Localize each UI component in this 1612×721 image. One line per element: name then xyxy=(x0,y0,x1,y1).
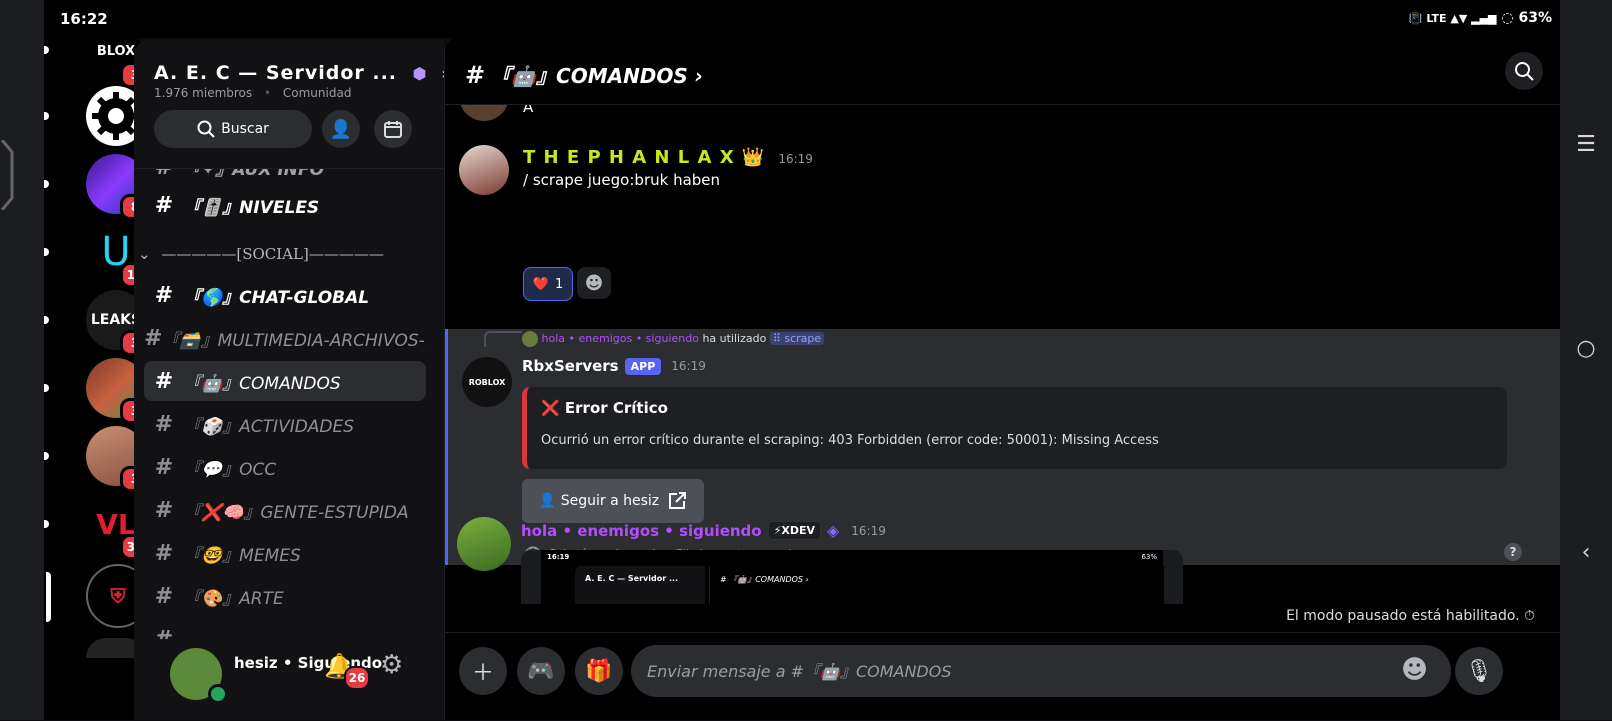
embed-title: ❌ Error Crítico xyxy=(541,399,668,417)
message-list: A T H E P H A N L A X 👑 16:19 / scrape j… xyxy=(445,105,1561,632)
search-icon xyxy=(1515,62,1534,81)
channel-partial[interactable]: # xyxy=(144,619,426,640)
message-text: / scrape juego:bruk haben xyxy=(523,171,721,189)
online-status-dot xyxy=(208,684,228,704)
avatar[interactable] xyxy=(457,517,511,571)
search-button[interactable]: Buscar xyxy=(154,110,312,148)
settings-button[interactable]: ⚙ xyxy=(380,650,403,680)
activities-button[interactable]: 🎮 xyxy=(517,647,565,695)
add-reaction-button[interactable]: ☻ xyxy=(577,267,611,299)
back-nav-button[interactable]: ‹ xyxy=(1560,540,1612,565)
battery-level: 63% xyxy=(1518,10,1552,26)
app-tag: APP xyxy=(624,357,662,375)
channel-actividades[interactable]: # 『🎲』ACTIVIDADES xyxy=(144,404,426,444)
channel-multimedia[interactable]: # 『🗃️』MULTIMEDIA-ARCHIVOS-... xyxy=(144,318,426,358)
emoji-button[interactable]: ☻ xyxy=(1401,655,1428,685)
signal-icons: 📳 LTE ▲▼ ▂▄▆ xyxy=(1408,12,1497,25)
app-avatar[interactable]: ROBLOX xyxy=(462,357,512,407)
channel-niveles[interactable]: # 『🎚️』NIVELES xyxy=(144,185,426,225)
recents-nav-button[interactable]: ☰ xyxy=(1560,132,1612,157)
smiley-icon: ☻ xyxy=(584,272,604,294)
status-right: 📳 LTE ▲▼ ▂▄▆ ◌ 63% xyxy=(1409,10,1552,26)
status-time: 16:22 xyxy=(60,10,108,28)
avatar[interactable] xyxy=(459,105,509,121)
user-panel: hesiz • Siguiendo 🔔 26 ⚙ xyxy=(134,640,444,720)
back-chevron-icon: ‹ xyxy=(1581,540,1591,565)
author-name[interactable]: hola • enemigos • siguiendo xyxy=(521,522,762,540)
calendar-icon xyxy=(384,121,402,138)
chat-main: # 『🤖』COMANDOS › A T H E P H A N L A X 👑 1… xyxy=(444,38,1561,720)
message-text: A xyxy=(523,105,534,116)
notifications-badge: 26 xyxy=(344,666,370,690)
smiley-icon: ☻ xyxy=(1401,655,1429,685)
gift-button[interactable]: 🎁 xyxy=(575,647,623,695)
voice-message-button[interactable]: 🎙 xyxy=(1455,647,1503,695)
channel-arte[interactable]: # 『🎨』ARTE xyxy=(144,576,426,616)
timestamp: 16:19 xyxy=(851,523,886,538)
server-rail: BLOX 3 8 U 17 LEAKS 3 3 3 VL 37 ⛨ xyxy=(44,34,150,720)
system-nav-bar: ☰ ○ ‹ xyxy=(1560,0,1612,720)
server-meta: 1.976 miembros • Comunidad xyxy=(154,86,352,100)
message-header: RbxServers APP 16:19 xyxy=(522,357,706,375)
channel-gente-estupida[interactable]: # 『❌🧠』GENTE-ESTUPIDA xyxy=(144,490,426,530)
composer: ＋ 🎮 🎁 ☻ 🎙 xyxy=(445,632,1561,721)
plus-icon: ＋ xyxy=(471,661,494,686)
avatar[interactable] xyxy=(459,145,509,195)
channel-sidebar: A. E. C — Servidor ... ⬢ › 1.976 miembro… xyxy=(134,40,448,640)
gift-icon: 🎁 xyxy=(585,658,613,684)
channel-list: # 『✦』AUX INFO # 『🎚️』NIVELES ⌄ —————[SOCI… xyxy=(134,169,444,639)
command-chip[interactable]: ⠿ scrape xyxy=(769,332,825,345)
home-nav-button[interactable]: ○ xyxy=(1560,336,1612,361)
image-attachment[interactable]: 16:19 63% A. E. C — Servidor ... # 『🤖』CO… xyxy=(521,550,1183,604)
channel-comandos[interactable]: # 『🤖』COMANDOS xyxy=(144,361,426,401)
channel-occ[interactable]: # 『💬』OCC xyxy=(144,447,426,487)
hash-icon: # xyxy=(465,61,486,89)
command-reply: hola • enemigos • siguiendo ha utilizado… xyxy=(522,331,825,347)
error-embed: ❌ Error Crítico Ocurrió un error crítico… xyxy=(522,387,1507,469)
message-header: T H E P H A N L A X 👑 16:19 xyxy=(523,147,813,168)
channel-memes[interactable]: # 『🤓』MEMES xyxy=(144,533,426,573)
paused-notice: El modo pausado está habilitado. ⏱ xyxy=(1286,608,1535,624)
channel-chat-global[interactable]: # 『🌎』CHAT-GLOBAL xyxy=(144,275,426,315)
emblem-icon: ⛨ xyxy=(110,584,126,608)
help-icon[interactable]: ? xyxy=(1504,543,1522,561)
clan-tag: ⚡XDEV xyxy=(767,521,821,540)
add-attachment-button[interactable]: ＋ xyxy=(459,647,507,695)
author-name[interactable]: RbxServers xyxy=(522,357,619,375)
gamepad-icon: 🎮 xyxy=(527,658,555,684)
circle-icon: ○ xyxy=(1576,336,1596,361)
server-name[interactable]: A. E. C — Servidor ... ⬢ › xyxy=(154,62,449,84)
screenshot-preview: 16:19 63% A. E. C — Servidor ... # 『🤖』CO… xyxy=(541,550,1164,604)
author-name[interactable]: T H E P H A N L A X 👑 xyxy=(523,147,765,168)
message-input[interactable] xyxy=(631,645,1451,697)
microphone-icon: 🎙 xyxy=(1465,658,1493,684)
menu-icon: ☰ xyxy=(1576,132,1596,157)
external-link-icon xyxy=(669,492,687,509)
side-handle-icon xyxy=(0,140,14,210)
timestamp: 16:19 xyxy=(778,152,813,166)
message-header: hola • enemigos • siguiendo ⚡XDEV ◈ 16:1… xyxy=(521,521,886,540)
chevron-down-icon: ⌄ xyxy=(138,245,151,263)
booster-icon: ◈ xyxy=(826,521,840,540)
category-social[interactable]: ⌄ —————[SOCIAL]————— xyxy=(138,245,384,263)
search-icon xyxy=(197,120,215,138)
add-user-icon: 👤 xyxy=(329,118,353,140)
reply-connector xyxy=(484,331,522,347)
header-search-button[interactable] xyxy=(1505,52,1543,90)
community-icon: ⬢ xyxy=(412,64,428,83)
chat-header: # 『🤖』COMANDOS › xyxy=(445,38,1561,105)
embed-description: Ocurrió un error crítico durante el scra… xyxy=(541,433,1159,448)
battery-icon: ◌ xyxy=(1501,10,1514,26)
invite-member-button[interactable]: 👤 xyxy=(322,110,360,148)
reply-avatar xyxy=(522,331,538,347)
channel-title[interactable]: # 『🤖』COMANDOS › xyxy=(465,60,703,89)
system-left-bar xyxy=(0,0,44,720)
events-button[interactable] xyxy=(374,110,412,148)
timestamp: 16:19 xyxy=(671,359,706,373)
reaction-heart[interactable]: ❤️ 1 xyxy=(523,267,573,301)
status-bar: 16:22 📳 LTE ▲▼ ▂▄▆ ◌ 63% xyxy=(44,0,1560,38)
gear-icon: ⚙ xyxy=(380,650,404,680)
heart-icon: ❤️ xyxy=(532,276,549,292)
follow-button[interactable]: 👤 Seguir a hesiz xyxy=(522,479,704,523)
